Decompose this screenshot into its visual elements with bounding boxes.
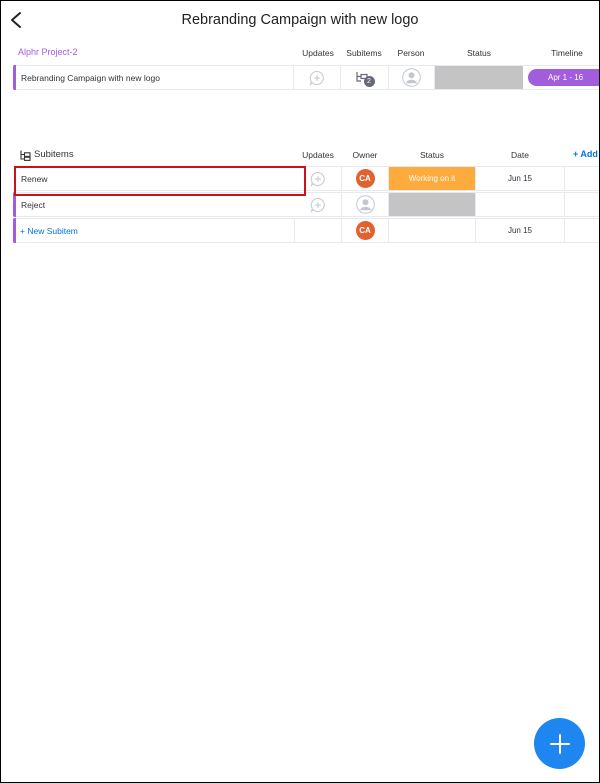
screen: Rebranding Campaign with new logo Alphr … xyxy=(0,0,600,783)
subitem-empty-cell xyxy=(564,193,599,216)
status-working-on-it: Working on it xyxy=(389,167,475,190)
person-placeholder-icon xyxy=(355,195,375,214)
subitem-owner-cell[interactable] xyxy=(341,193,388,216)
status-empty xyxy=(389,193,475,216)
timeline-pill[interactable]: Apr 1 - 16 xyxy=(528,69,599,86)
subitem-updates-cell[interactable] xyxy=(294,193,341,216)
subitem-empty-cell xyxy=(564,167,599,190)
summary-empty-cell xyxy=(564,219,599,242)
group-color-bar xyxy=(13,65,16,90)
subitem-name[interactable]: Reject xyxy=(21,193,45,216)
column-header-person[interactable]: Person xyxy=(389,48,433,58)
add-update-icon xyxy=(310,197,325,213)
person-placeholder-icon xyxy=(402,68,421,87)
highlight-box xyxy=(14,166,306,196)
status-empty xyxy=(435,66,523,89)
subitem-column-updates[interactable]: Updates xyxy=(297,150,339,160)
group-color-bar xyxy=(13,218,16,243)
add-update-icon xyxy=(309,70,324,86)
item-updates-cell[interactable] xyxy=(293,66,340,89)
item-status-cell[interactable] xyxy=(434,66,523,89)
date-value: Jun 15 xyxy=(507,174,533,183)
subitem-column-owner[interactable]: Owner xyxy=(343,150,387,160)
page-title: Rebranding Campaign with new logo xyxy=(181,12,419,28)
subitem-date-cell[interactable]: Jun 15 xyxy=(475,167,564,190)
add-fab-button[interactable] xyxy=(534,718,585,769)
date-value: Jun 15 xyxy=(507,226,533,235)
new-subitem-row: + New Subitem CA Jun 15 xyxy=(13,218,599,243)
subitem-status-cell[interactable]: Working on it xyxy=(388,167,475,190)
column-header-subitems[interactable]: Subitems xyxy=(341,48,387,58)
summary-updates-cell xyxy=(294,219,341,242)
item-row[interactable]: Rebranding Campaign with new logo 2 xyxy=(13,65,599,90)
new-subitem-button[interactable]: + New Subitem xyxy=(20,219,78,242)
new-subitem-label: + New Subitem xyxy=(20,225,78,236)
subitem-date-cell[interactable] xyxy=(475,193,564,216)
subitem-count-badge: 2 xyxy=(363,75,375,87)
summary-date-cell: Jun 15 xyxy=(475,219,564,242)
column-header-updates[interactable]: Updates xyxy=(297,48,339,58)
avatar: CA xyxy=(355,169,375,188)
item-subitems-cell[interactable]: 2 xyxy=(340,66,388,89)
subitem-owner-cell[interactable]: CA xyxy=(341,167,388,190)
item-name[interactable]: Rebranding Campaign with new logo xyxy=(21,66,160,89)
subitems-indicator: 2 xyxy=(355,69,375,87)
subitems-icon xyxy=(20,150,31,161)
column-header-status[interactable]: Status xyxy=(435,48,523,58)
group-title[interactable]: Alphr Project-2 xyxy=(18,47,78,57)
status-label: Working on it xyxy=(408,174,456,183)
add-column-button[interactable]: + Add xyxy=(573,149,598,159)
column-header-timeline[interactable]: Timeline xyxy=(533,48,599,58)
avatar: CA xyxy=(355,221,375,240)
add-update-icon xyxy=(310,171,325,187)
subitem-column-date[interactable]: Date xyxy=(477,150,563,160)
subitems-title: Subitems xyxy=(34,149,74,160)
summary-owner-cell: CA xyxy=(341,219,388,242)
summary-status-cell xyxy=(388,219,475,242)
top-bar: Rebranding Campaign with new logo xyxy=(1,1,599,39)
item-person-cell[interactable] xyxy=(388,66,434,89)
subitem-column-status[interactable]: Status xyxy=(389,150,475,160)
subitem-status-cell[interactable] xyxy=(388,193,475,216)
plus-icon xyxy=(549,733,570,754)
